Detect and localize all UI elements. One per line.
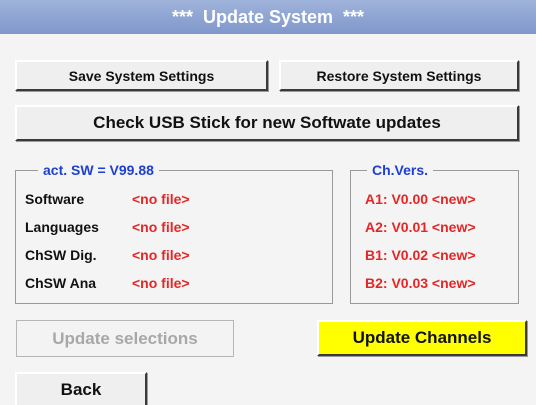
- channel-a1-version[interactable]: A1: V0.00 <new>: [365, 191, 476, 207]
- channel-versions-legend: Ch.Vers.: [367, 161, 434, 179]
- chsw-dig-file-status[interactable]: <no file>: [132, 247, 190, 263]
- restore-system-settings-button[interactable]: Restore System Settings: [279, 60, 519, 91]
- update-selections-button[interactable]: Update selections: [16, 320, 234, 357]
- software-version-legend: act. SW = V99.88: [38, 161, 159, 179]
- chsw-ana-label: ChSW Ana: [25, 275, 97, 291]
- window-title: *** Update System ***: [0, 0, 536, 34]
- channel-versions-group: Ch.Vers. A1: V0.00 <new> A2: V0.01 <new>…: [350, 161, 519, 304]
- languages-file-status[interactable]: <no file>: [132, 219, 190, 235]
- check-usb-stick-button[interactable]: Check USB Stick for new Softwate updates: [15, 105, 519, 141]
- update-channels-button[interactable]: Update Channels: [317, 320, 527, 356]
- software-version-group: act. SW = V99.88 Software <no file> Lang…: [15, 161, 333, 304]
- software-label: Software: [25, 191, 85, 207]
- channel-b2-version[interactable]: B2: V0.03 <new>: [365, 275, 476, 291]
- chsw-dig-label: ChSW Dig.: [25, 247, 97, 263]
- channel-a2-version[interactable]: A2: V0.01 <new>: [365, 219, 476, 235]
- channel-b1-version[interactable]: B1: V0.02 <new>: [365, 247, 476, 263]
- save-system-settings-button[interactable]: Save System Settings: [15, 60, 268, 91]
- languages-label: Languages: [25, 219, 99, 235]
- chsw-ana-file-status[interactable]: <no file>: [132, 275, 190, 291]
- back-button[interactable]: Back: [15, 372, 147, 405]
- software-file-status[interactable]: <no file>: [132, 191, 190, 207]
